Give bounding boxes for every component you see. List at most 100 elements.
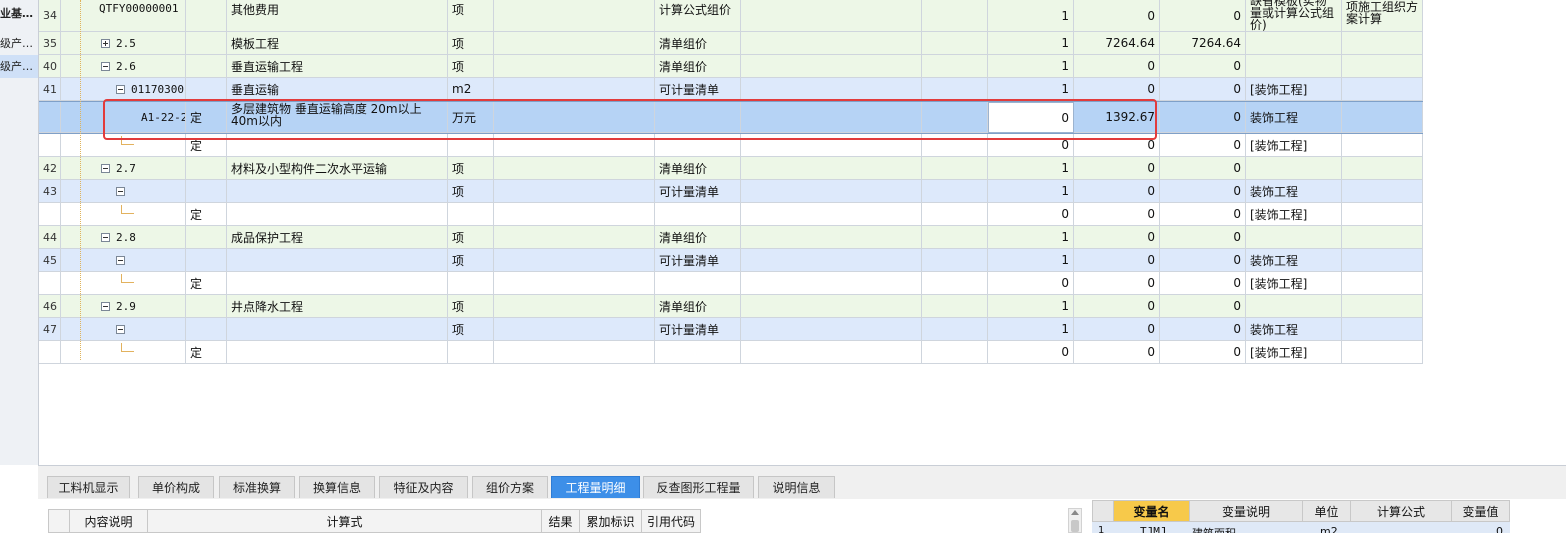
item-unit: 项 [448, 295, 494, 318]
quantity[interactable]: 0 [988, 102, 1074, 133]
item-name: 多层建筑物 垂直运输高度 20m以上40m以内 [227, 102, 448, 133]
tab-unit-price[interactable]: 单价构成 [138, 476, 214, 498]
unit-price: 0 [1074, 226, 1160, 249]
col-header-formula[interactable]: 计算公式 [1351, 500, 1452, 522]
collapse-icon[interactable] [116, 324, 125, 334]
item-spec [494, 134, 655, 157]
profession-column: [装饰工程] [1246, 78, 1342, 101]
collapse-icon[interactable] [116, 255, 125, 265]
table-row[interactable]: 47 项可计量清单 1 0 0 装饰工程 [39, 318, 1423, 341]
pricing-method: 可计量清单 [655, 249, 741, 272]
item-extra [741, 102, 922, 133]
item-extra2 [922, 341, 988, 364]
table-row[interactable]: 45 项可计量清单 1 0 0 装饰工程 [39, 249, 1423, 272]
left-tree-item[interactable]: 级产… [0, 32, 38, 55]
table-row[interactable]: 定 0 0 0 [装饰工程] [39, 203, 1423, 226]
plan-column: 项施工组织方案计算 [1342, 0, 1423, 32]
item-name [227, 203, 448, 226]
tab-standard-conversion[interactable]: 标准换算 [219, 476, 295, 498]
unit-price: 0 [1074, 341, 1160, 364]
item-spec [494, 272, 655, 295]
plan-column [1342, 157, 1423, 180]
collapse-icon[interactable] [101, 163, 110, 173]
row-index [39, 341, 61, 364]
collapse-icon[interactable] [116, 84, 125, 94]
detail-scrollbar[interactable] [1068, 508, 1082, 533]
variable-row[interactable]: 1 TJMJ 建筑面积 m2 0 [1092, 522, 1510, 533]
table-row[interactable]: 定 0 0 0 [装饰工程] [39, 341, 1423, 364]
tab-conversion-info[interactable]: 换算信息 [299, 476, 375, 498]
tab-description[interactable]: 说明信息 [758, 476, 835, 498]
plan-column [1342, 295, 1423, 318]
item-extra [741, 78, 922, 101]
item-extra2 [922, 55, 988, 78]
collapse-icon[interactable] [101, 61, 110, 71]
pricing-method [655, 272, 741, 295]
plan-column [1342, 249, 1423, 272]
table-row[interactable]: A1-22-23定多层建筑物 垂直运输高度 20m以上40m以内万元 01392.… [39, 101, 1423, 134]
table-row[interactable]: 34 QTFY00000001 其他费用 项 计算公式组价 1 0 0 缺省模板… [39, 0, 1423, 32]
collapse-icon[interactable] [101, 232, 110, 242]
item-extra [741, 318, 922, 341]
tab-graphic-quantity[interactable]: 反查图形工程量 [643, 476, 754, 498]
total-price: 0 [1160, 203, 1246, 226]
item-code-text: 2.5 [116, 36, 136, 50]
col-header-formula[interactable]: 计算式 [148, 509, 542, 533]
table-row[interactable]: 46 2.9 井点降水工程项清单组价 1 0 0 [39, 295, 1423, 318]
left-tree-item[interactable]: 业基… [0, 2, 38, 25]
col-header-variable-name[interactable]: 变量名 [1114, 500, 1190, 522]
total-price: 0 [1160, 318, 1246, 341]
tab-labor-machine[interactable]: 工料机显示 [47, 476, 130, 498]
item-spec [494, 226, 655, 249]
item-spec [494, 78, 655, 101]
collapse-icon[interactable] [116, 186, 125, 196]
item-unit: 项 [448, 318, 494, 341]
table-row[interactable]: 41011703001001垂直运输m2可计量清单100[装饰工程] [39, 78, 1423, 101]
item-spec [494, 341, 655, 364]
col-header-unit[interactable]: 单位 [1303, 500, 1351, 522]
item-name: 垂直运输工程 [227, 55, 448, 78]
table-row[interactable]: 43 项可计量清单 1 0 0 装饰工程 [39, 180, 1423, 203]
col-header-variable-desc[interactable]: 变量说明 [1190, 500, 1303, 522]
total-price: 0 [1160, 102, 1246, 133]
quantity: 0 [988, 341, 1074, 364]
table-row[interactable]: 40 2.6 垂直运输工程项清单组价 1 0 0 [39, 55, 1423, 78]
item-unit: 项 [448, 157, 494, 180]
row-index: 45 [39, 249, 61, 272]
left-tree-item[interactable]: 级产… [0, 55, 38, 78]
tab-pricing-plan[interactable]: 组价方案 [472, 476, 548, 498]
col-header-value[interactable]: 变量值 [1452, 500, 1510, 522]
row-index: 35 [39, 32, 61, 55]
col-header-result[interactable]: 结果 [542, 509, 580, 533]
collapse-icon[interactable] [101, 301, 110, 311]
item-unit: m2 [448, 78, 494, 101]
pricing-method: 清单组价 [655, 157, 741, 180]
profession-column [1246, 157, 1342, 180]
item-extra [741, 0, 922, 32]
col-header-content[interactable]: 内容说明 [70, 509, 148, 533]
expand-icon[interactable] [101, 38, 110, 48]
tab-features[interactable]: 特征及内容 [379, 476, 468, 498]
scroll-up-icon[interactable] [1071, 510, 1079, 515]
table-row[interactable]: 44 2.8 成品保护工程项清单组价 1 0 0 [39, 226, 1423, 249]
table-row[interactable]: 定 0 0 0 [装饰工程] [39, 134, 1423, 157]
item-spec [494, 180, 655, 203]
table-row[interactable]: 35 2.5 模板工程项清单组价 1 7264.64 7264.64 [39, 32, 1423, 55]
tab-quantity-detail[interactable]: 工程量明细 [551, 476, 640, 498]
item-code-text: 011703001001 [131, 82, 185, 96]
col-header-accumulate[interactable]: 累加标识 [580, 509, 642, 533]
row-index: 41 [39, 78, 61, 101]
item-type: 定 [186, 203, 227, 226]
pricing-method: 可计量清单 [655, 78, 741, 101]
total-price: 0 [1160, 295, 1246, 318]
item-spec [494, 249, 655, 272]
profession-column [1246, 295, 1342, 318]
total-price: 0 [1160, 272, 1246, 295]
table-row[interactable]: 定 0 0 0 [装饰工程] [39, 272, 1423, 295]
scroll-thumb[interactable] [1071, 520, 1079, 532]
row-index: 43 [39, 180, 61, 203]
row-index [39, 134, 61, 157]
table-row[interactable]: 42 2.7 材料及小型构件二次水平运输项清单组价 1 0 0 [39, 157, 1423, 180]
col-header-ref-code[interactable]: 引用代码 [642, 509, 701, 533]
item-name: 井点降水工程 [227, 295, 448, 318]
